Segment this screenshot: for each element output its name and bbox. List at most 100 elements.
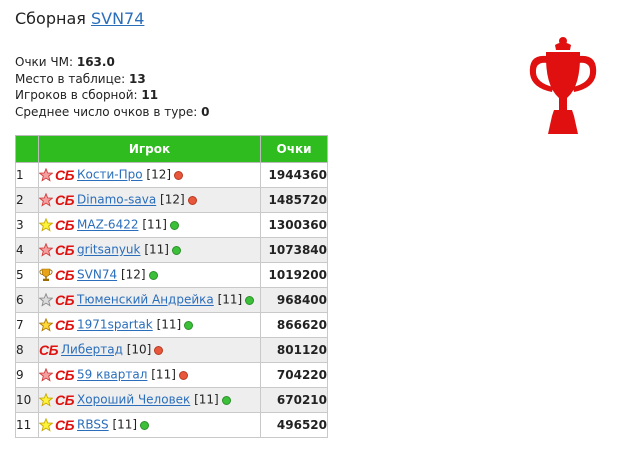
players-table: Игрок Очки 1 СБ Кости-Про [12] 1944360 2 … xyxy=(15,135,328,438)
status-green-dot-icon xyxy=(171,245,181,255)
sb-badge: СБ xyxy=(55,192,75,208)
star-red-icon xyxy=(39,193,53,207)
player-name-link[interactable]: Хороший Человек xyxy=(77,393,190,407)
status-green-dot-icon xyxy=(245,295,255,305)
points-cell: 866620 xyxy=(260,312,328,338)
points-cell: 801120 xyxy=(260,337,328,363)
points-cell: 1300360 xyxy=(260,212,328,238)
sb-badge: СБ xyxy=(55,392,75,408)
status-green-dot-icon xyxy=(169,220,179,230)
player-name-link[interactable]: Кости-Про xyxy=(77,168,143,182)
table-header-row: Игрок Очки xyxy=(15,135,328,163)
player-level: [12] xyxy=(120,267,146,282)
player-cell: СБ Хороший Человек [11] xyxy=(38,387,261,413)
player-level: [10] xyxy=(126,342,152,357)
sb-badge: СБ xyxy=(55,267,75,283)
player-name-link[interactable]: SVN74 xyxy=(77,268,117,282)
status-red-dot-icon xyxy=(187,195,197,205)
player-cell: СБ 1971spartak [11] xyxy=(38,312,261,338)
points-cell: 1485720 xyxy=(260,187,328,213)
player-name-link[interactable]: gritsanyuk xyxy=(77,243,140,257)
sb-badge: СБ xyxy=(55,167,75,183)
points-cell: 704220 xyxy=(260,362,328,388)
player-name-link[interactable]: 1971spartak xyxy=(77,318,153,332)
trophy-icon xyxy=(39,268,53,281)
table-row: 6 СБ Тюменский Андрейка [11] 968400 xyxy=(15,287,328,313)
player-level: [11] xyxy=(156,317,182,332)
player-cell: СБ Тюменский Андрейка [11] xyxy=(38,287,261,313)
player-level: [11] xyxy=(142,217,167,232)
sb-badge: СБ xyxy=(55,317,75,333)
player-level: [12] xyxy=(160,192,185,207)
player-level: [11] xyxy=(194,392,219,407)
points-cell: 496520 xyxy=(260,412,328,438)
player-name-link[interactable]: RBSS xyxy=(77,418,109,432)
rank-cell: 2 xyxy=(15,187,39,213)
sb-badge: СБ xyxy=(55,242,75,258)
player-level: [11] xyxy=(144,242,169,257)
star-yellow-icon xyxy=(39,418,53,432)
table-row: 7 СБ 1971spartak [11] 866620 xyxy=(15,312,328,338)
trophy-cup-icon xyxy=(529,37,597,134)
player-cell: СБ RBSS [11] xyxy=(38,412,261,438)
star-gray-icon xyxy=(39,293,53,307)
rank-cell: 10 xyxy=(15,387,39,413)
player-name-link[interactable]: Тюменский Андрейка xyxy=(77,293,214,307)
table-row: 8 СБ Либертад [10] 801120 xyxy=(15,337,328,363)
star-yellow-icon xyxy=(39,218,53,232)
player-name-link[interactable]: Dinamo-sava xyxy=(77,193,156,207)
table-row: 9 СБ 59 квартал [11] 704220 xyxy=(15,362,328,388)
table-row: 5 СБ SVN74 [12] 1019200 xyxy=(15,262,328,288)
status-red-dot-icon xyxy=(174,170,184,180)
points-cell: 1073840 xyxy=(260,237,328,263)
player-cell: СБ Либертад [10] xyxy=(38,337,261,363)
status-green-dot-icon xyxy=(221,395,231,405)
sb-badge: СБ xyxy=(55,417,75,433)
points-cell: 968400 xyxy=(260,287,328,313)
rank-cell: 6 xyxy=(15,287,39,313)
points-cell: 1944360 xyxy=(260,162,328,188)
rank-cell: 9 xyxy=(15,362,39,388)
player-level: [11] xyxy=(217,292,243,307)
team-heading-prefix: Сборная xyxy=(15,9,86,28)
team-heading: Сборная SVN74 xyxy=(15,9,144,28)
player-name-link[interactable]: Либертад xyxy=(61,343,123,357)
player-name-link[interactable]: MAZ-6422 xyxy=(77,218,138,232)
player-name-link[interactable]: 59 квартал xyxy=(77,368,147,382)
status-red-dot-icon xyxy=(154,345,164,355)
status-green-dot-icon xyxy=(140,420,150,430)
table-row: 2 СБ Dinamo-sava [12] 1485720 xyxy=(15,187,328,213)
table-row: 10 СБ Хороший Человек [11] 670210 xyxy=(15,387,328,413)
header-player[interactable]: Игрок xyxy=(38,135,261,163)
table-body: 1 СБ Кости-Про [12] 1944360 2 СБ Dinamo-sa… xyxy=(15,162,328,438)
rank-cell: 8 xyxy=(15,337,39,363)
rank-cell: 4 xyxy=(15,237,39,263)
rank-cell: 7 xyxy=(15,312,39,338)
player-level: [11] xyxy=(151,367,176,382)
header-points[interactable]: Очки xyxy=(260,135,328,163)
stat-place: Место в таблице: 13 xyxy=(15,71,146,86)
player-cell: СБ MAZ-6422 [11] xyxy=(38,212,261,238)
player-level: [12] xyxy=(146,167,172,182)
status-green-dot-icon xyxy=(184,320,194,330)
team-stats: Очки ЧМ: 163.0 Место в таблице: 13 Игрок… xyxy=(15,54,210,120)
player-cell: СБ 59 квартал [11] xyxy=(38,362,261,388)
sb-badge: СБ xyxy=(55,292,75,308)
star-red-icon xyxy=(39,168,53,182)
rank-cell: 11 xyxy=(15,412,39,438)
table-row: 1 СБ Кости-Про [12] 1944360 xyxy=(15,162,328,188)
sb-badge: СБ xyxy=(55,217,75,233)
team-name-link[interactable]: SVN74 xyxy=(91,9,144,28)
points-cell: 1019200 xyxy=(260,262,328,288)
table-row: 4 СБ gritsanyuk [11] 1073840 xyxy=(15,237,328,263)
player-level: [11] xyxy=(112,417,138,432)
points-cell: 670210 xyxy=(260,387,328,413)
player-cell: СБ Кости-Про [12] xyxy=(38,162,261,188)
player-cell: СБ gritsanyuk [11] xyxy=(38,237,261,263)
player-cell: СБ Dinamo-sava [12] xyxy=(38,187,261,213)
header-rank xyxy=(15,135,39,163)
star-gold-icon xyxy=(39,318,53,332)
sb-badge: СБ xyxy=(39,342,59,358)
stat-players: Игроков в сборной: 11 xyxy=(15,88,159,102)
stat-points: Очки ЧМ: 163.0 xyxy=(15,55,115,69)
